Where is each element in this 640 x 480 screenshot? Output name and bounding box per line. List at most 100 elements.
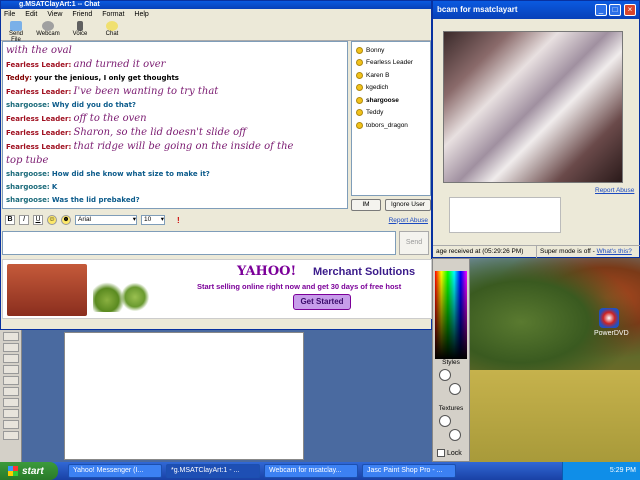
message-text: Sharon, so the lid doesn't slide off [73, 127, 247, 138]
styles-swatches [439, 369, 461, 397]
smiley-icon [356, 71, 363, 79]
smiley-icon [356, 109, 363, 117]
texture-swatch[interactable] [449, 429, 461, 441]
tool-button[interactable] [3, 420, 19, 429]
exclamation-icon[interactable]: ! [177, 216, 180, 225]
lock-option[interactable]: Lock [437, 449, 462, 457]
whats-this-link[interactable]: What's this? [597, 248, 632, 255]
bold-button[interactable]: B [5, 215, 15, 225]
smiley-icon [356, 46, 363, 54]
user-name: Teddy [366, 109, 384, 117]
message-sender: Fearless Leader: [6, 143, 72, 151]
menu-view[interactable]: View [47, 9, 62, 21]
emoticon-icon[interactable]: ☻ [61, 215, 71, 225]
chat-message: top tube [6, 154, 344, 168]
font-size-select[interactable]: 10 ▾ [141, 215, 165, 225]
tool-button[interactable] [3, 365, 19, 374]
microphone-icon [77, 21, 83, 31]
report-abuse-link[interactable]: Report Abuse [389, 217, 428, 224]
minimize-button[interactable]: _ [595, 4, 607, 16]
message-text: Why did you do that? [51, 101, 136, 109]
styles-label: Styles [442, 359, 460, 366]
im-button[interactable]: IM [351, 199, 381, 211]
message-sender: shargoose: [6, 196, 50, 204]
powerdvd-label: PowerDVD [594, 330, 629, 337]
psp-canvas-area [22, 330, 432, 462]
chevron-down-icon: ▾ [160, 216, 164, 223]
psp-screenshot-canvas [64, 332, 304, 460]
maximize-button[interactable]: □ [609, 4, 621, 16]
tool-button[interactable] [3, 343, 19, 352]
powerdvd-desktop-icon[interactable]: PowerDVD [594, 308, 629, 342]
tool-button[interactable] [3, 431, 19, 440]
user-list-item[interactable]: shargoose [356, 94, 426, 107]
lock-checkbox[interactable] [437, 449, 445, 457]
user-list-item[interactable]: Karen B [356, 69, 426, 82]
taskbar-item-webcam[interactable]: Webcam for msatclay... [264, 464, 358, 478]
clock: 5:29 PM [609, 467, 636, 474]
style-swatch[interactable] [449, 383, 461, 395]
smiley-icon[interactable]: ☺ [47, 215, 57, 225]
start-button[interactable]: start [0, 462, 58, 480]
texture-swatches [439, 415, 461, 443]
webcam-report-abuse-link[interactable]: Report Abuse [595, 187, 634, 194]
powerdvd-icon [599, 308, 619, 328]
color-picker[interactable] [435, 271, 467, 359]
tool-button[interactable] [3, 398, 19, 407]
chat-message: Teddy: Kst, that is a cute little fish [6, 207, 344, 208]
webcam-icon [42, 21, 54, 31]
get-started-button[interactable]: Get Started [293, 294, 351, 310]
webcam-button[interactable]: Webcam [36, 21, 60, 40]
tool-button[interactable] [3, 409, 19, 418]
style-swatch[interactable] [439, 369, 451, 381]
send-button[interactable]: Send [399, 231, 429, 255]
font-name-select[interactable]: Arial ▾ [75, 215, 137, 225]
italic-button[interactable]: I [19, 215, 29, 225]
taskbar-item-yahoo[interactable]: Yahoo! Messenger (I... [68, 464, 162, 478]
message-text: off to the oven [73, 113, 147, 124]
ignore-user-button[interactable]: Ignore User [385, 199, 431, 211]
taskbar-item-chat[interactable]: *g.MSATClayArt:1 - ... [166, 464, 260, 478]
close-button[interactable]: × [624, 4, 636, 16]
message-text: that ridge will be going on the inside o… [73, 141, 294, 152]
user-list-item[interactable]: tobors_dragon [356, 119, 426, 132]
send-file-button[interactable]: Send File [4, 21, 28, 43]
chat-message: Fearless Leader: I've been wanting to tr… [6, 85, 344, 99]
chat-user-list[interactable]: Bonny Fearless Leader Karen B kgedich shargo… [351, 41, 431, 196]
tool-button[interactable] [3, 332, 19, 341]
user-list-item[interactable]: Fearless Leader [356, 57, 426, 70]
chat-window: g.MSATClayArt:1 -- Chat File Edit View F… [0, 0, 432, 330]
voice-button[interactable]: Voice [68, 21, 92, 40]
message-text: your the jenious, I only get thoughts [34, 74, 179, 82]
image-received-status: age received at (05:29:26 PM) [433, 246, 537, 258]
tool-button[interactable] [3, 376, 19, 385]
taskbar-item-psp[interactable]: Jasc Paint Shop Pro - ... [362, 464, 456, 478]
tool-button[interactable] [3, 387, 19, 396]
message-text: top tube [6, 155, 49, 166]
user-name: Bonny [366, 46, 385, 54]
super-mode-text: Super mode is off - [540, 248, 595, 255]
webcam-video-frame [443, 31, 623, 183]
chat-titlebar[interactable]: g.MSATClayArt:1 -- Chat [1, 1, 431, 9]
chat-message: shargoose: K [6, 181, 344, 194]
chat-menubar: File Edit View Friend Format Help [1, 9, 431, 21]
menu-edit[interactable]: Edit [25, 9, 37, 21]
tool-button[interactable] [3, 354, 19, 363]
user-name: tobors_dragon [366, 121, 408, 129]
menu-help[interactable]: Help [134, 9, 148, 21]
menu-file[interactable]: File [4, 9, 15, 21]
message-input[interactable] [2, 231, 396, 255]
psp-materials-palette: Styles Textures Lock [432, 258, 470, 462]
user-list-item[interactable]: Bonny [356, 44, 426, 57]
underline-button[interactable]: U [33, 215, 43, 225]
chat-button[interactable]: Chat [100, 21, 124, 40]
webcam-statusbar: age received at (05:29:26 PM) Super mode… [433, 245, 640, 258]
user-list-item[interactable]: kgedich [356, 82, 426, 95]
yahoo-ad-banner[interactable]: YAHOO! Merchant Solutions Start selling … [2, 259, 432, 319]
menu-format[interactable]: Format [102, 9, 124, 21]
chat-message-log[interactable]: with the oval Fearless Leader: and turned… [2, 41, 348, 209]
smiley-icon [356, 121, 363, 129]
texture-swatch[interactable] [439, 415, 451, 427]
user-list-item[interactable]: Teddy [356, 107, 426, 120]
menu-friend[interactable]: Friend [72, 9, 92, 21]
